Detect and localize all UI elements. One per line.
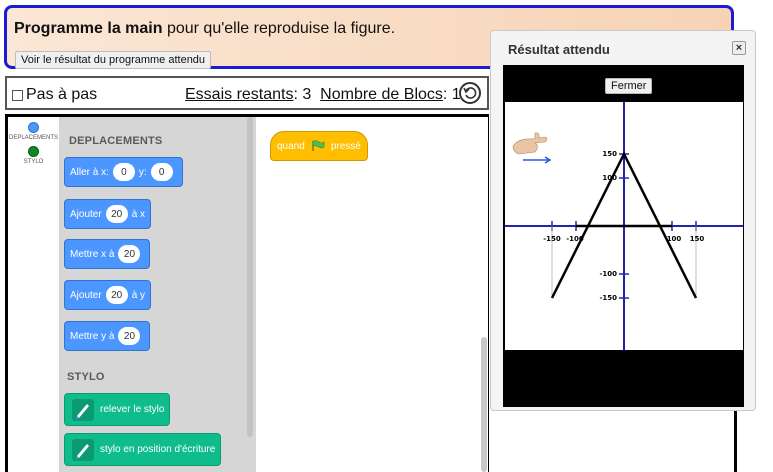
moves-category-icon	[28, 122, 39, 133]
green-flag-icon	[312, 140, 325, 151]
step-label: Pas à pas	[26, 86, 98, 103]
goto-y-input[interactable]: 0	[150, 163, 173, 181]
blocks-value: : 1	[442, 86, 461, 103]
instruction-text: Programme la main pour qu'elle reproduis…	[14, 20, 396, 37]
see-expected-result-button[interactable]: Voir le résultat du programme attendu	[15, 51, 212, 69]
section-pen-title: STYLO	[67, 371, 105, 383]
expected-result-dialog: Résultat attendu × Fermer -150 -100 100 …	[490, 30, 756, 411]
dialog-title: Résultat attendu	[508, 42, 610, 57]
blocks-label: Nombre de Blocs	[320, 86, 443, 103]
stats: Essais restants: 3 Nombre de Blocs: 1	[185, 86, 461, 104]
category-menu: DEPLACEMENTS STYLO	[8, 117, 60, 472]
controls-bar: Pas à pas Essais restants: 3 Nombre de B…	[5, 76, 489, 110]
expected-figure: -150 -100 100 150 150 100 -100 -150	[505, 102, 743, 350]
x-tick-label: 150	[690, 235, 705, 243]
pen-up-block[interactable]: relever le stylo	[64, 393, 171, 426]
reset-icon	[463, 87, 477, 99]
script-area[interactable]: quand pressé	[256, 117, 488, 472]
block-palette: DEPLACEMENTS Aller à x: 0 y: 0 Ajouter 2…	[59, 117, 256, 472]
set-y-input[interactable]: 20	[118, 327, 141, 345]
pen-category-icon	[28, 146, 39, 157]
x-tick-label: -150	[543, 235, 561, 243]
add-to-x-block[interactable]: Ajouter 20 à x	[64, 199, 152, 229]
pen-down-block[interactable]: stylo en position d'écriture	[64, 433, 222, 466]
dialog-body: Fermer -150 -100 100 150 150 100 -100 -1…	[503, 65, 744, 407]
step-checkbox[interactable]	[12, 89, 23, 101]
block-workspace: DEPLACEMENTS STYLO DEPLACEMENTS Aller à …	[5, 114, 489, 472]
add-x-input[interactable]: 20	[105, 205, 128, 223]
tries-value: : 3	[293, 86, 312, 103]
category-pen[interactable]: STYLO	[8, 146, 59, 165]
add-y-input[interactable]: 20	[105, 286, 128, 304]
when-flag-clicked-block[interactable]: quand pressé	[270, 131, 368, 161]
close-button[interactable]: Fermer	[605, 78, 653, 94]
pen-icon	[72, 398, 94, 421]
workspace-right-border	[734, 410, 737, 472]
add-to-y-block[interactable]: Ajouter 20 à y	[64, 280, 152, 310]
set-x-block[interactable]: Mettre x à 20	[64, 239, 151, 269]
close-icon[interactable]: ×	[732, 41, 746, 55]
category-moves[interactable]: DEPLACEMENTS	[8, 122, 59, 141]
y-tick-label: -100	[599, 270, 617, 278]
tries-label: Essais restants	[185, 86, 294, 103]
section-moves-title: DEPLACEMENTS	[69, 135, 163, 147]
y-tick-label: -150	[599, 294, 617, 302]
set-x-input[interactable]: 20	[118, 245, 141, 263]
step-by-step-toggle[interactable]: Pas à pas	[12, 86, 97, 104]
y-tick-label: 150	[602, 150, 617, 158]
palette-scrollbar[interactable]	[247, 117, 253, 437]
workspace-scrollbar[interactable]	[481, 337, 487, 472]
reset-button[interactable]	[459, 82, 481, 104]
goto-x-input[interactable]: 0	[112, 163, 135, 181]
set-y-block[interactable]: Mettre y à 20	[64, 321, 151, 351]
pen-icon	[72, 438, 94, 461]
goto-xy-block[interactable]: Aller à x: 0 y: 0	[64, 157, 183, 187]
